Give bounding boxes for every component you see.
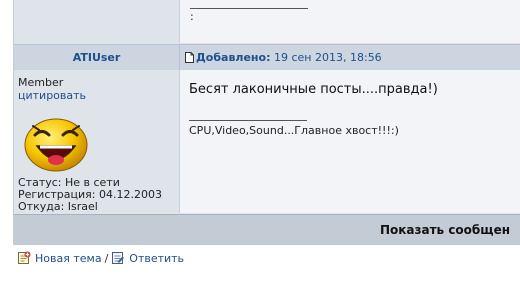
user-rank: Member [18,76,64,89]
forum-post-frame: : ATIUser Добавлено: 19 сен 2013, 18:56 … [13,0,520,245]
reply-icon[interactable] [111,251,125,268]
new-topic-link[interactable]: Новая тема [35,252,102,265]
document-icon[interactable] [185,47,194,72]
added-label: Добавлено: [196,51,271,64]
header-divider [179,45,180,70]
reply-link[interactable]: Ответить [129,252,184,265]
post-author-panel: Member цитировать Статус: Не в сети Реги… [14,70,180,213]
post-date: 19 сен 2013, 18:56 [274,51,382,64]
previous-post-body-cell: : [180,0,520,43]
quote-link[interactable]: цитировать [18,89,86,102]
laughing-smiley-icon [23,114,89,174]
post-message: Бесят лаконичные посты....правда!) [189,82,438,97]
post-signature: CPU,Video,Sound...Главное хвост!!!:) [189,124,399,137]
post-date-line: Добавлено: 19 сен 2013, 18:56 [185,45,382,70]
show-messages-button[interactable]: Показать сообщен [380,215,510,245]
user-location: Откуда: Israel [18,200,98,213]
post-body-panel: Бесят лаконичные посты....правда!) CPU,V… [180,70,520,213]
footer-separator: / [104,252,109,265]
post-header-row: ATIUser Добавлено: 19 сен 2013, 18:56 [14,44,520,71]
post-navigation-bar: Показать сообщен [14,214,520,245]
signature-divider [190,8,308,9]
previous-post-author-cell [14,0,180,43]
new-topic-icon[interactable] [17,251,31,268]
previous-post-signature: : [190,10,194,23]
post-author-name[interactable]: ATIUser [14,45,179,70]
topic-actions: Новая тема / Ответить [17,251,184,271]
signature-divider [189,120,307,121]
